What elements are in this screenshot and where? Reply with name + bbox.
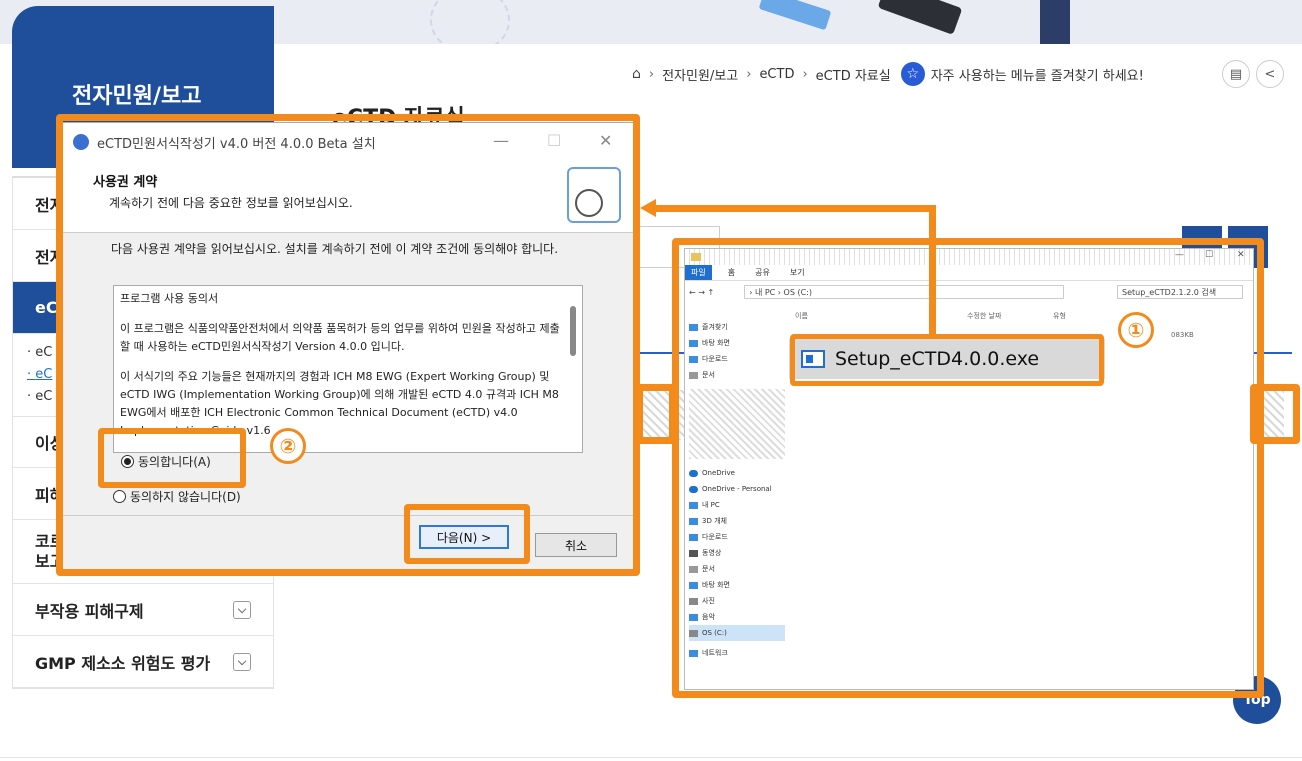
highlight-frame-right-connector — [1250, 384, 1300, 444]
star-icon[interactable]: ☆ — [900, 62, 925, 86]
breadcrumb-item-1[interactable]: 전자민원/보고 — [662, 65, 738, 84]
chevron-right-icon: › — [746, 66, 752, 82]
book-illustration — [758, 0, 832, 31]
tablet-illustration — [877, 0, 963, 35]
chevron-right-icon: › — [802, 66, 808, 82]
person-illustration — [1040, 0, 1070, 44]
arrow-connector — [929, 208, 936, 336]
sidebar-item-gmp[interactable]: GMP 제소소 위험도 평가 ⌵ — [13, 636, 273, 688]
highlight-frame-next — [404, 504, 530, 564]
sidebar-title: 전자민원/보고 — [72, 84, 202, 109]
highlight-frame-left-connector — [636, 384, 676, 444]
breadcrumb: ⌂ › 전자민원/보고 › eCTD › eCTD 자료실 ☆ 자주 사용하는 … — [632, 62, 1144, 86]
arrow-head-icon — [640, 199, 656, 217]
print-button[interactable]: ▤ — [1222, 60, 1250, 88]
chevron-down-icon[interactable]: ⌵ — [233, 652, 251, 671]
chevron-right-icon: › — [648, 66, 655, 82]
arrow-connector — [656, 205, 936, 212]
dna-decoration — [430, 0, 510, 44]
sidebar-item-adverse-relief[interactable]: 부작용 피해구제 ⌵ — [13, 584, 273, 636]
step-badge-2: ② — [270, 428, 306, 464]
breadcrumb-item-3[interactable]: eCTD 자료실 — [816, 65, 891, 84]
home-icon[interactable]: ⌂ — [632, 66, 641, 82]
chevron-down-icon[interactable]: ⌵ — [233, 600, 251, 619]
print-icon: ▤ — [1229, 66, 1243, 82]
highlight-frame-file — [790, 334, 1104, 386]
footer-divider — [0, 757, 1302, 758]
share-icon: < — [1264, 66, 1276, 82]
highlight-frame-dialog — [56, 114, 640, 576]
step-badge-1: ① — [1118, 312, 1154, 348]
share-button[interactable]: < — [1256, 60, 1284, 88]
highlight-frame-agree — [98, 428, 246, 488]
breadcrumb-item-2[interactable]: eCTD — [759, 67, 794, 82]
favorite-hint: 자주 사용하는 메뉴를 즐겨찾기 하세요! — [930, 68, 1144, 84]
highlight-frame-explorer — [672, 238, 1264, 698]
